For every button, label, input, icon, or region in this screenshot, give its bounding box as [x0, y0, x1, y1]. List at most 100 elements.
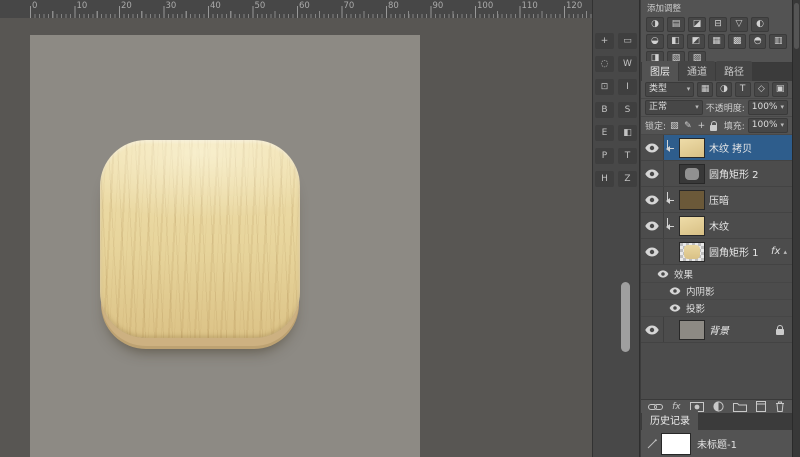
layer-row-wood-copy[interactable]: 木纹 拷贝	[641, 135, 792, 161]
visibility-toggle[interactable]	[641, 239, 664, 264]
opacity-value[interactable]: 100%	[748, 100, 788, 115]
hue-saturation-icon[interactable]: ◐	[751, 17, 769, 32]
ruler-number: 60	[299, 1, 310, 11]
layer-name[interactable]: 木纹 拷贝	[709, 140, 752, 155]
window-scrollbar-thumb[interactable]	[794, 3, 799, 49]
visibility-toggle[interactable]	[641, 213, 664, 238]
toolbox: +▭◌W⊡IBSE◧PTHZ	[595, 33, 637, 187]
canvas-pasteboard[interactable]	[0, 18, 592, 457]
effect-visibility-toggle[interactable]	[667, 287, 683, 295]
posterize-icon[interactable]: ▥	[769, 34, 787, 49]
ruler-major-ticks	[30, 6, 592, 18]
gradient-tool-button[interactable]: ◧	[618, 125, 637, 141]
pen-tool-button[interactable]: P	[595, 148, 614, 164]
brush-tool-button[interactable]: B	[595, 102, 614, 118]
clone-stamp-tool-button[interactable]: S	[618, 102, 637, 118]
fx-icon[interactable]: fx	[771, 246, 780, 257]
tab-paths[interactable]: 路径	[716, 61, 752, 81]
new-layer-icon[interactable]	[756, 401, 766, 412]
color-balance-icon[interactable]: ◒	[646, 34, 664, 49]
layer-row-darken[interactable]: 压暗	[641, 187, 792, 213]
magic-wand-tool-button[interactable]: W	[618, 56, 637, 72]
layer-thumbnail[interactable]	[679, 190, 705, 210]
eyedropper-tool-button[interactable]: I	[618, 79, 637, 95]
visibility-toggle[interactable]	[641, 161, 664, 186]
layer-thumbnail[interactable]	[679, 164, 705, 184]
new-group-icon[interactable]	[733, 402, 747, 412]
tab-layers[interactable]: 图层	[642, 61, 678, 81]
document-canvas[interactable]	[30, 35, 420, 457]
lock-position-icon[interactable]: +	[696, 120, 707, 132]
vibrance-icon[interactable]: ▽	[730, 17, 748, 32]
layer-name[interactable]: 圆角矩形 1	[709, 244, 759, 259]
new-adjustment-layer-icon[interactable]	[713, 401, 724, 412]
filter-kind-select[interactable]: 类型	[645, 82, 694, 97]
curves-icon[interactable]: ◪	[688, 17, 706, 32]
crop-tool-button[interactable]: ⊡	[595, 79, 614, 95]
layer-row-rounded-rect-2[interactable]: 圆角矩形 2	[641, 161, 792, 187]
eraser-tool-button[interactable]: E	[595, 125, 614, 141]
layer-row-wood[interactable]: 木纹	[641, 213, 792, 239]
tab-channels[interactable]: 通道	[679, 61, 715, 81]
adjustments-title: 添加调整	[644, 1, 789, 16]
layer-thumbnail[interactable]	[679, 216, 705, 236]
dock-scrollbar-thumb[interactable]	[621, 282, 630, 352]
history-brush-source-cell[interactable]	[643, 439, 661, 449]
effect-row-inner-shadow[interactable]: 内阴影	[641, 283, 792, 300]
exposure-icon[interactable]: ⊟	[709, 17, 727, 32]
clipping-mask-indicator	[664, 221, 677, 230]
effect-visibility-toggle[interactable]	[667, 304, 683, 312]
layer-name[interactable]: 压暗	[709, 192, 729, 207]
blend-mode-select[interactable]: 正常	[645, 100, 703, 115]
layer-thumbnail[interactable]	[679, 138, 705, 158]
invert-icon[interactable]: ◓	[749, 34, 767, 49]
effects-visibility-toggle[interactable]	[655, 270, 671, 278]
brightness-contrast-icon[interactable]: ◑	[646, 17, 664, 32]
history-snapshot-thumbnail[interactable]	[661, 433, 691, 455]
visibility-toggle[interactable]	[641, 187, 664, 212]
filter-type-layers-icon[interactable]: T	[735, 82, 751, 97]
fx-collapse-icon[interactable]: ▴	[783, 248, 787, 256]
layer-row-rounded-rect-1[interactable]: 圆角矩形 1 fx ▴	[641, 239, 792, 265]
marquee-tool-button[interactable]: ▭	[618, 33, 637, 49]
filter-smart-objects-icon[interactable]: ▣	[772, 82, 788, 97]
filter-kind-label: 类型	[649, 83, 667, 96]
delete-layer-icon[interactable]	[775, 401, 785, 412]
lock-all-icon[interactable]	[710, 125, 717, 131]
photo-filter-icon[interactable]: ◩	[687, 34, 705, 49]
tab-history[interactable]: 历史记录	[642, 410, 698, 430]
lasso-tool-button[interactable]: ◌	[595, 56, 614, 72]
black-white-icon[interactable]: ◧	[667, 34, 685, 49]
lock-label: 锁定:	[645, 119, 666, 132]
layer-name[interactable]: 木纹	[709, 218, 729, 233]
lock-transparency-icon[interactable]: ▨	[669, 120, 680, 132]
adjustments-grid: ◑▤◪⊟▽◐◒◧◩▦▩◓▥◨▧▨	[644, 16, 789, 67]
layer-name[interactable]: 背景	[709, 322, 729, 337]
effect-label: 投影	[686, 301, 705, 315]
layer-thumbnail[interactable]	[679, 242, 705, 262]
window-scrollbar[interactable]	[792, 0, 800, 457]
layer-row-background[interactable]: 背景	[641, 317, 792, 343]
visibility-toggle[interactable]	[641, 317, 664, 342]
move-tool-button[interactable]: +	[595, 33, 614, 49]
eye-icon	[669, 287, 681, 295]
lock-pixels-icon[interactable]: ✎	[683, 120, 694, 132]
filter-shape-layers-icon[interactable]: ◇	[754, 82, 770, 97]
channel-mixer-icon[interactable]: ▦	[708, 34, 726, 49]
history-snapshot-name[interactable]: 未标题-1	[697, 436, 737, 451]
filter-pixel-layers-icon[interactable]: ▦	[697, 82, 713, 97]
layer-name[interactable]: 圆角矩形 2	[709, 166, 759, 181]
effects-header-row[interactable]: 效果	[641, 265, 792, 283]
effect-row-drop-shadow[interactable]: 投影	[641, 300, 792, 317]
hand-tool-button[interactable]: H	[595, 171, 614, 187]
visibility-toggle[interactable]	[641, 135, 664, 160]
type-tool-button[interactable]: T	[618, 148, 637, 164]
levels-icon[interactable]: ▤	[667, 17, 685, 32]
color-lookup-icon[interactable]: ▩	[728, 34, 746, 49]
fill-value[interactable]: 100%	[748, 118, 788, 133]
filter-adjustment-layers-icon[interactable]: ◑	[716, 82, 732, 97]
layer-style-badge[interactable]: fx ▴	[771, 246, 792, 257]
zoom-tool-button[interactable]: Z	[618, 171, 637, 187]
layer-thumbnail[interactable]	[679, 320, 705, 340]
horizontal-ruler[interactable]: 0102030405060708090100110120	[0, 0, 592, 19]
